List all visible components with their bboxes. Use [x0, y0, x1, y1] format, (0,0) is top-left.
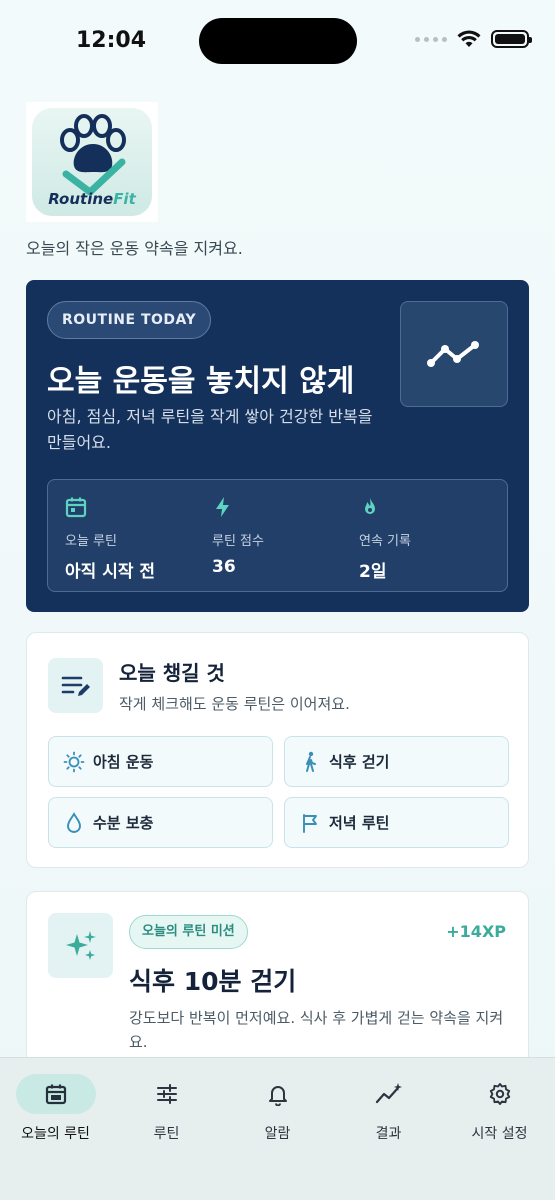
bottom-navigation: 오늘의 루틴 루틴 알람 결과 시작 설정 — [0, 1057, 555, 1200]
stat-value: 2일 — [359, 562, 387, 582]
stat-value: 아직 시작 전 — [65, 562, 156, 582]
nav-label: 루틴 — [153, 1126, 180, 1142]
nav-start-settings[interactable]: 시작 설정 — [444, 1074, 555, 1143]
app-screen: 12:04 RoutineFit 오늘의 작은 운동 약속을 지켜요. ROUT… — [0, 0, 555, 1200]
stat-label: 루틴 점수 — [212, 534, 264, 549]
nav-label: 알람 — [264, 1126, 291, 1142]
nav-routine[interactable]: 루틴 — [111, 1074, 222, 1143]
sliders-icon — [156, 1084, 177, 1104]
mission-description: 강도보다 반복이 먼저예요. 식사 후 가볍게 걷는 약속을 지켜요. — [129, 1009, 504, 1051]
calendar-icon — [65, 497, 87, 518]
sparkles-icon — [65, 930, 96, 960]
gear-icon — [489, 1083, 510, 1105]
logo-wordmark: RoutineFit — [48, 190, 136, 208]
battery-icon — [491, 30, 532, 48]
stat-today-routine: 오늘 루틴 아직 시작 전 — [65, 496, 155, 582]
status-indicators — [415, 30, 532, 48]
nav-label: 시작 설정 — [471, 1126, 528, 1142]
hero-description: 아침, 점심, 저녁 루틴을 작게 쌓아 건강한 반복을 만들어요. — [47, 407, 373, 452]
app-tagline: 오늘의 작은 운동 약속을 지켜요. — [26, 239, 243, 258]
nav-results[interactable]: 결과 — [333, 1074, 444, 1143]
chip-walk-after-meal[interactable]: 식후 걷기 — [284, 736, 509, 787]
chip-label: 저녁 루틴 — [329, 814, 390, 832]
chip-evening-routine[interactable]: 저녁 루틴 — [284, 797, 509, 848]
bolt-icon — [216, 497, 229, 517]
nav-label: 결과 — [375, 1126, 402, 1142]
trend-sparkle-icon — [375, 1083, 402, 1104]
routine-today-badge: ROUTINE TODAY — [47, 301, 212, 339]
chip-label: 아침 운동 — [93, 753, 154, 771]
bell-icon — [268, 1086, 287, 1106]
mission-title: 식후 10분 걷기 — [129, 967, 297, 996]
walking-icon — [306, 751, 316, 772]
routine-stats: 오늘 루틴 아직 시작 전 루틴 점수 36 연속 기록 2일 — [47, 479, 508, 592]
mission-badge: 오늘의 루틴 미션 — [129, 915, 248, 949]
hero-title: 오늘 운동을 놓치지 않게 — [47, 364, 355, 399]
calendar-icon — [45, 1084, 66, 1105]
nav-label: 오늘의 루틴 — [21, 1126, 90, 1142]
status-time: 12:04 — [76, 28, 147, 53]
app-logo: RoutineFit — [26, 102, 158, 222]
chip-hydration[interactable]: 수분 보충 — [48, 797, 273, 848]
routine-today-card: ROUTINE TODAY 오늘 운동을 놓치지 않게 아침, 점심, 저녁 루… — [26, 280, 529, 612]
today-checklist-card: 오늘 챙길 것 작게 체크해도 운동 루틴은 이어져요. 아침 운동 식후 걷기 — [26, 632, 529, 868]
nav-today-routine[interactable]: 오늘의 루틴 — [0, 1074, 111, 1143]
chip-label: 수분 보충 — [93, 814, 154, 832]
sun-icon — [63, 751, 85, 772]
chip-morning-exercise[interactable]: 아침 운동 — [48, 736, 273, 787]
trend-line-icon — [427, 341, 479, 367]
chip-label: 식후 걷기 — [329, 753, 390, 771]
list-edit-icon — [61, 676, 90, 696]
mission-icon-box — [48, 913, 113, 978]
stat-label: 연속 기록 — [359, 534, 411, 549]
flame-icon — [365, 498, 375, 514]
status-bar: 12:04 — [0, 0, 555, 80]
stat-streak: 연속 기록 2일 — [359, 496, 411, 582]
trend-chart-button[interactable] — [400, 301, 508, 407]
stat-routine-score: 루틴 점수 36 — [212, 496, 264, 577]
paw-check-icon — [60, 114, 126, 196]
stat-label: 오늘 루틴 — [65, 534, 117, 549]
flag-icon — [303, 813, 317, 833]
wifi-icon — [457, 30, 481, 47]
water-drop-icon — [67, 811, 81, 833]
stat-value: 36 — [212, 557, 236, 577]
mission-xp: +14XP — [446, 922, 506, 941]
dynamic-island — [199, 18, 357, 64]
checklist-subtitle: 작게 체크해도 운동 루틴은 이어져요. — [119, 695, 350, 713]
cellular-signal-icon — [415, 36, 447, 42]
checklist-title: 오늘 챙길 것 — [119, 661, 225, 685]
checklist-icon-box — [48, 658, 103, 713]
nav-alarm[interactable]: 알람 — [222, 1074, 333, 1143]
